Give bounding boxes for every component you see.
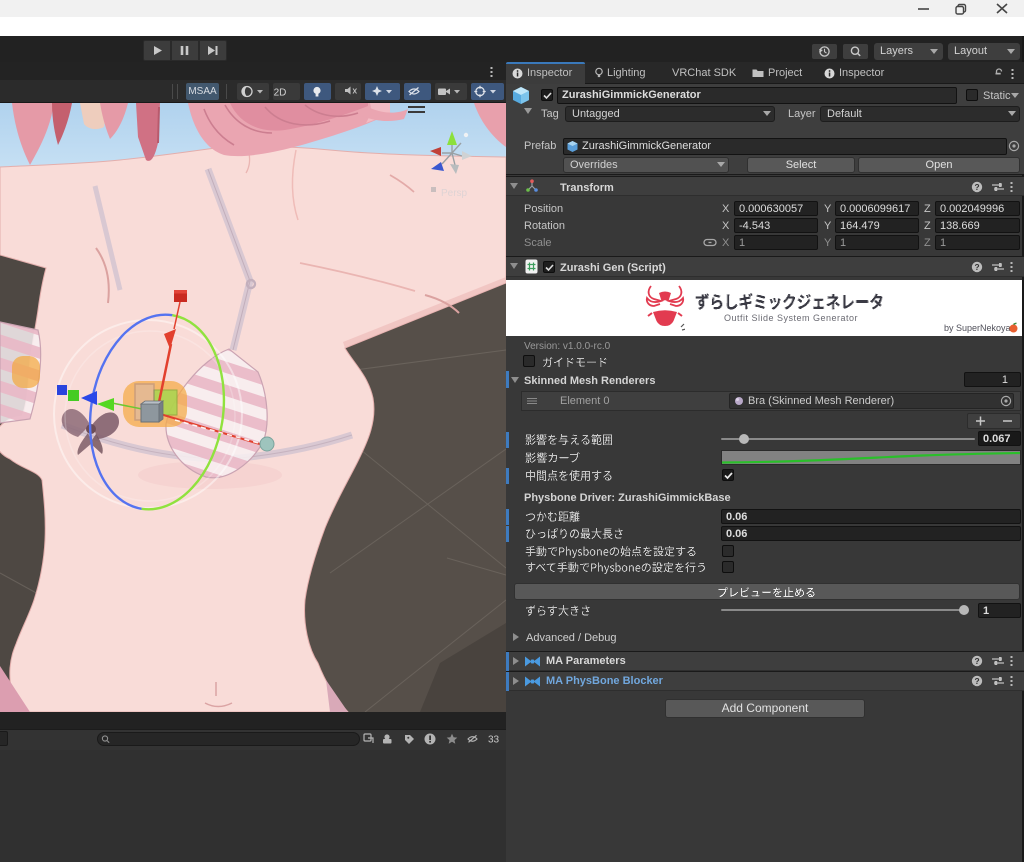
svg-text:33: 33	[488, 735, 500, 746]
svg-text:?: ?	[974, 182, 979, 192]
svg-text:?: ?	[974, 656, 979, 666]
svg-text:Persp: Persp	[441, 188, 468, 199]
svg-text:?: ?	[974, 262, 979, 272]
svg-text:2D: 2D	[274, 88, 287, 99]
svg-text:?: ?	[974, 676, 979, 686]
